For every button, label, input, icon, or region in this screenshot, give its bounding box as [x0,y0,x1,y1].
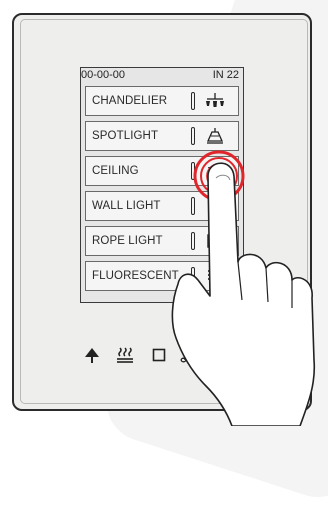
touch-screen: 00-00-00 IN 22 CHANDELIER SPOTLIGHT CEIL… [80,67,244,303]
toggle-divider [191,197,195,215]
status-bar: 00-00-00 IN 22 [81,68,243,82]
heating-icon[interactable] [116,346,134,364]
light-item-label: ROPE LIGHT [92,235,163,247]
light-item-chandelier[interactable]: CHANDELIER [85,86,239,116]
fluorescent-icon [208,270,222,280]
light-item-label: SPOTLIGHT [92,130,159,142]
status-input: IN 22 [212,69,239,81]
toggle-divider [191,232,195,250]
rope-light-icon [207,234,223,248]
status-time: 00-00-00 [81,69,126,81]
toggle-divider [191,162,195,180]
light-item-rope-light[interactable]: ROPE LIGHT [85,226,239,256]
wall-light-icon [210,200,220,210]
light-item-label: CHANDELIER [92,95,168,107]
light-item-label: CEILING [92,165,139,177]
light-item-ceiling[interactable]: CEILING [85,156,239,186]
light-item-fluorescent[interactable]: FLUORESCENT [85,261,239,291]
ceiling-light-icon [208,167,222,174]
light-item-label: WALL LIGHT [92,200,161,212]
spotlight-icon [206,128,224,144]
light-item-wall-light[interactable]: WALL LIGHT [85,191,239,221]
toggle-divider [191,127,195,145]
window-icon[interactable] [152,348,166,362]
toggle-divider [191,267,195,285]
toggle-divider [191,92,195,110]
lamp-icon[interactable] [83,347,101,365]
chandelier-icon [206,93,224,107]
music-icon[interactable] [180,345,196,363]
light-item-spotlight[interactable]: SPOTLIGHT [85,121,239,151]
light-item-label: FLUORESCENT [92,270,179,282]
